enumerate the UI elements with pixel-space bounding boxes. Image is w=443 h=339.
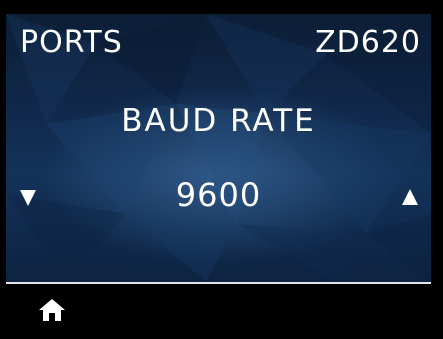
printer-model: ZD620	[315, 25, 421, 60]
settings-panel: PORTS ZD620 BAUD RATE 9600	[6, 14, 431, 282]
home-icon[interactable]	[39, 299, 65, 321]
setting-value: 9600	[175, 176, 262, 214]
setting-name: BAUD RATE	[121, 103, 316, 139]
printer-display: PORTS ZD620 BAUD RATE 9600	[0, 0, 443, 339]
up-triangle-icon[interactable]	[402, 189, 418, 205]
menu-title: PORTS	[20, 25, 123, 60]
divider	[6, 282, 431, 284]
bottom-navigation-bar	[0, 282, 443, 339]
